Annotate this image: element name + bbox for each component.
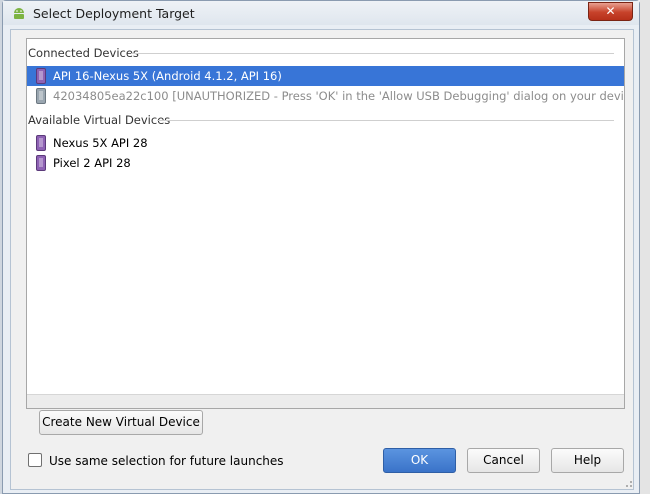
deployment-dialog: Select Deployment Target ✕ Connected Dev… [2, 0, 640, 494]
same-selection-label: Use same selection for future launches [49, 454, 284, 468]
phone-icon [36, 88, 46, 104]
resize-grip-icon[interactable] [623, 478, 633, 488]
virtual-devices-header: Available Virtual Devices [27, 111, 624, 129]
separator-line [157, 120, 614, 121]
connected-devices-label: Connected Devices [28, 46, 145, 60]
horizontal-scrollbar[interactable] [27, 394, 624, 408]
ok-button[interactable]: OK [383, 448, 456, 473]
device-list[interactable]: Connected Devices API 16-Nexus 5X (Andro… [26, 38, 625, 409]
phone-icon [36, 135, 46, 151]
virtual-devices-label: Available Virtual Devices [28, 113, 177, 127]
connected-devices-header: Connected Devices [27, 44, 624, 62]
device-label: Nexus 5X API 28 [53, 136, 148, 150]
separator-line [131, 53, 614, 54]
phone-icon [36, 68, 46, 84]
same-selection-checkbox[interactable] [28, 453, 42, 467]
dialog-title: Select Deployment Target [33, 6, 195, 21]
close-icon: ✕ [605, 4, 616, 18]
device-label: Pixel 2 API 28 [53, 156, 131, 170]
help-button[interactable]: Help [551, 448, 624, 473]
android-icon [14, 8, 24, 19]
device-label: 42034805ea22c100 [UNAUTHORIZED - Press '… [53, 89, 624, 103]
close-button[interactable]: ✕ [588, 2, 633, 21]
title-bar: Select Deployment Target ✕ [3, 1, 639, 25]
device-row-nexus5x-api28[interactable]: Nexus 5X API 28 [27, 133, 624, 153]
dialog-body: Connected Devices API 16-Nexus 5X (Andro… [10, 29, 634, 490]
phone-icon [36, 155, 46, 171]
create-virtual-device-button[interactable]: Create New Virtual Device [39, 410, 203, 435]
device-row-api16-nexus5x[interactable]: API 16-Nexus 5X (Android 4.1.2, API 16) [27, 66, 624, 86]
background-window-right [640, 0, 650, 494]
device-row-unauthorized[interactable]: 42034805ea22c100 [UNAUTHORIZED - Press '… [27, 86, 624, 106]
device-row-pixel2-api28[interactable]: Pixel 2 API 28 [27, 153, 624, 173]
device-label: API 16-Nexus 5X (Android 4.1.2, API 16) [53, 69, 282, 83]
cancel-button[interactable]: Cancel [467, 448, 540, 473]
